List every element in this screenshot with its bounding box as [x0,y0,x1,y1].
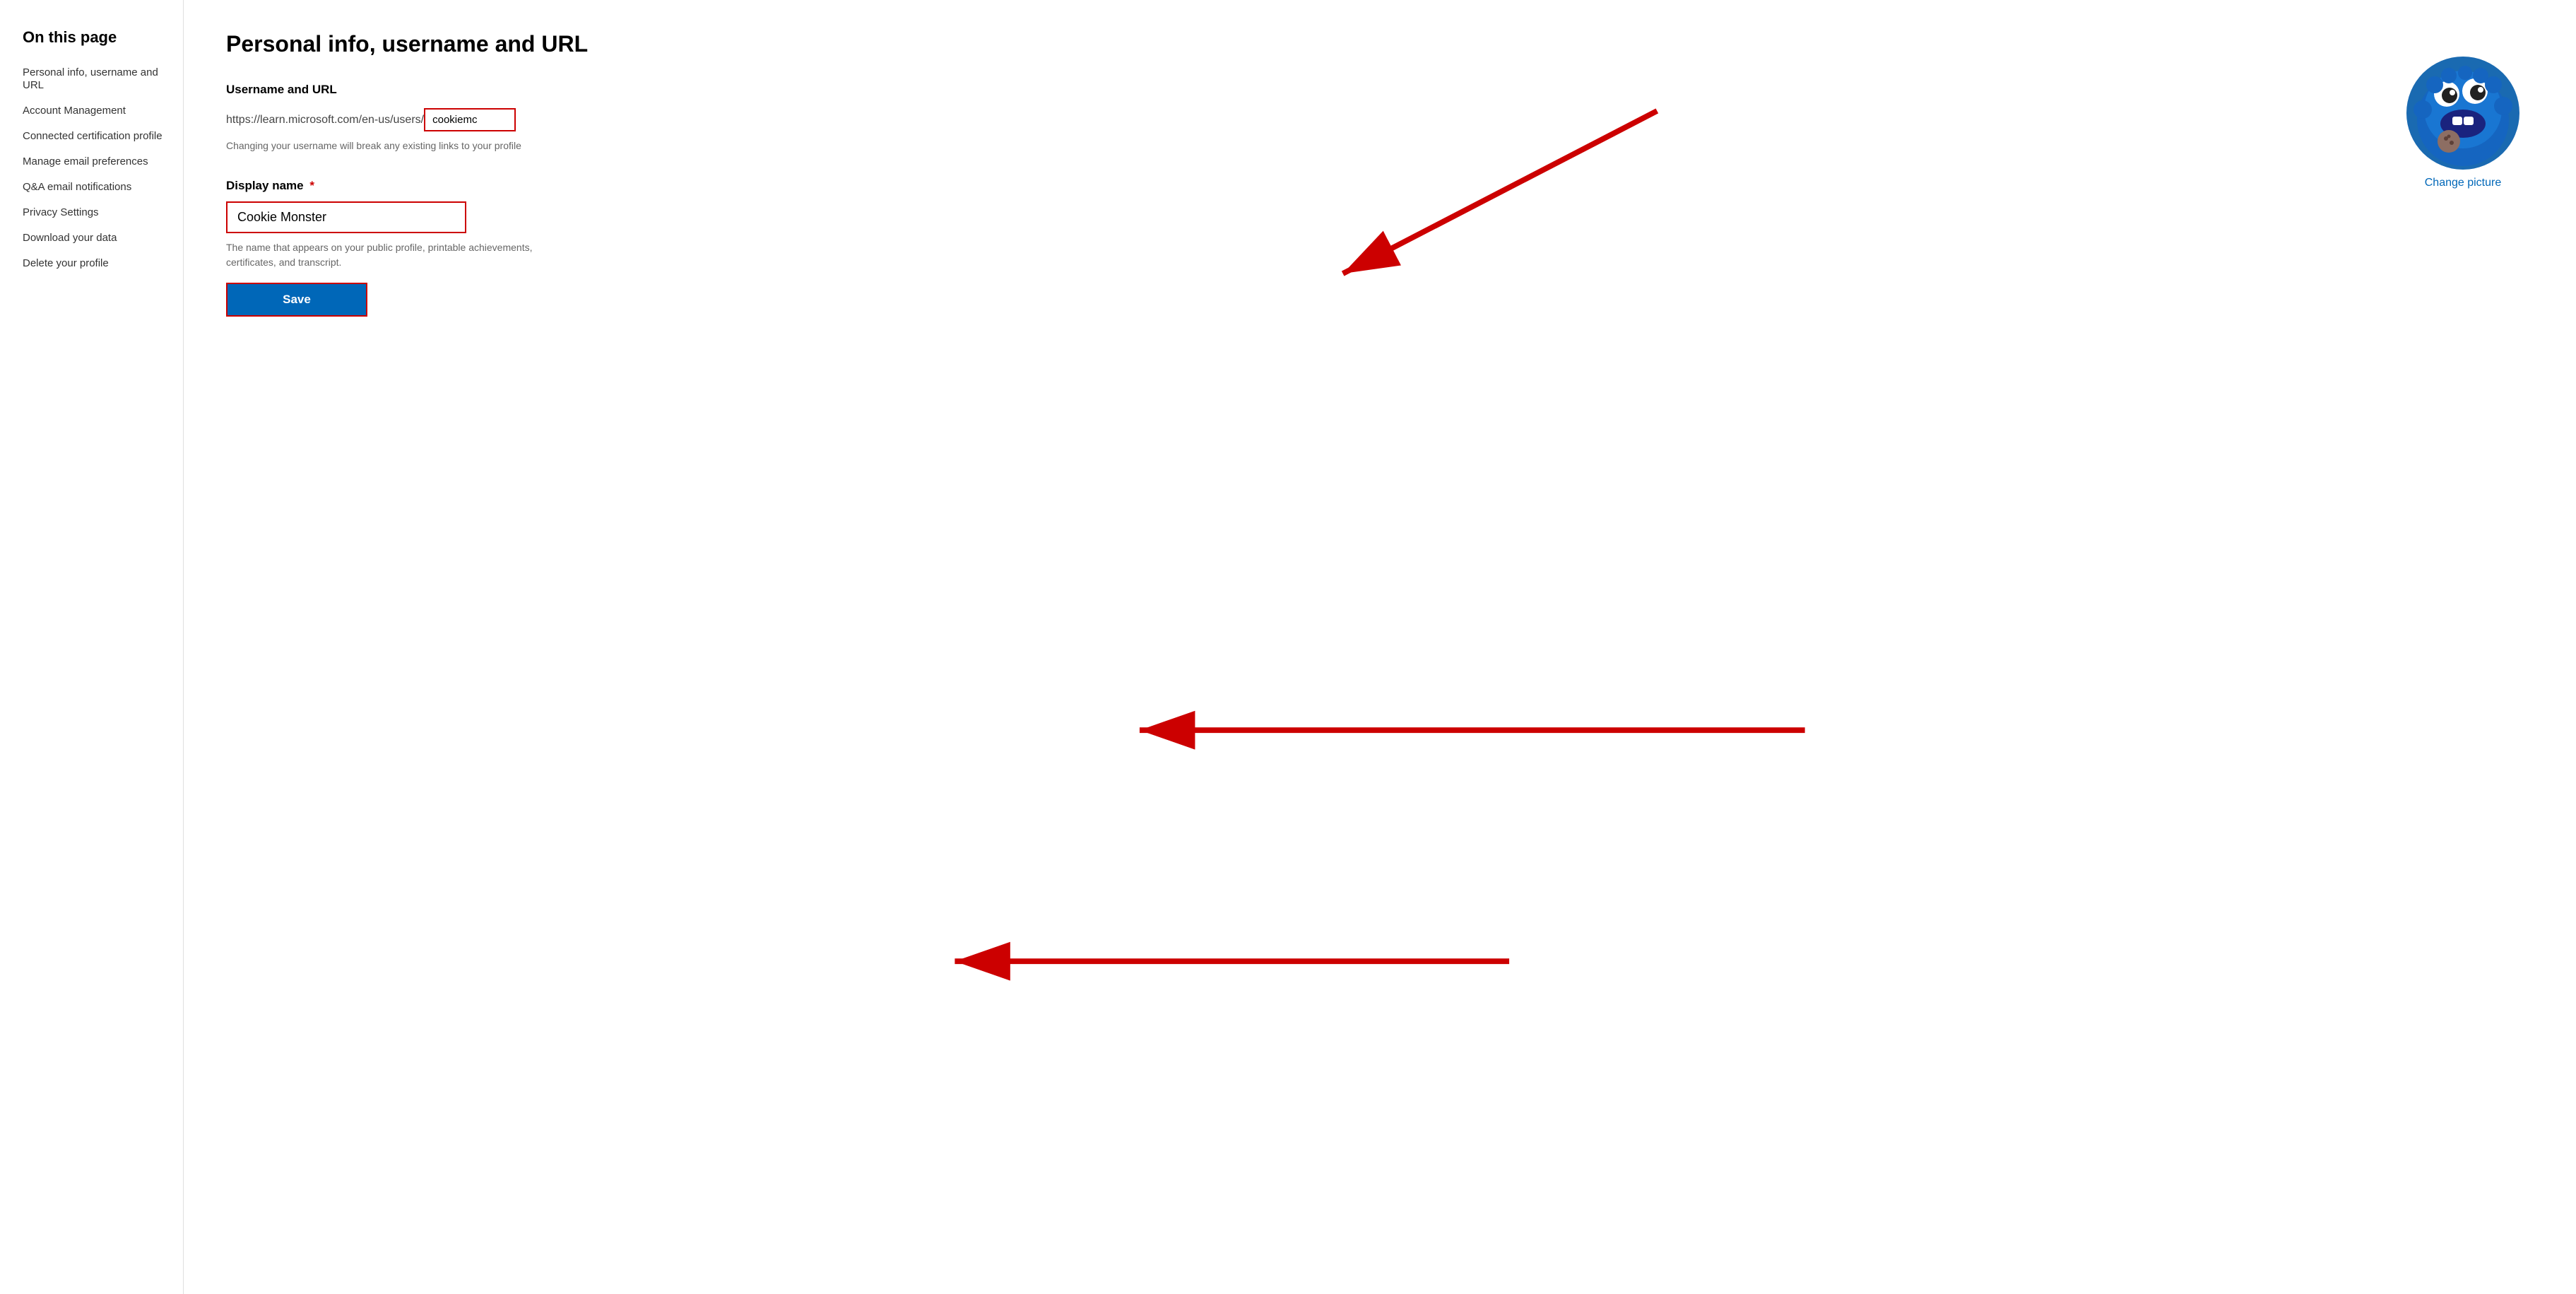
sidebar-nav: Personal info, username and URL Account … [23,66,166,270]
sidebar-item-download-data[interactable]: Download your data [23,232,166,245]
username-input[interactable] [424,108,516,131]
sidebar-link-connected-cert[interactable]: Connected certification profile [23,130,163,142]
sidebar-link-download-data[interactable]: Download your data [23,232,117,244]
sidebar-item-privacy-settings[interactable]: Privacy Settings [23,206,166,219]
sidebar-link-email-prefs[interactable]: Manage email preferences [23,155,148,167]
display-name-hint: The name that appears on your public pro… [226,240,565,270]
sidebar-item-account-management[interactable]: Account Management [23,105,166,117]
username-section: Username and URL https://learn.microsoft… [226,83,2534,153]
sidebar-item-delete-profile[interactable]: Delete your profile [23,257,166,270]
display-name-label: Display name * [226,179,2534,193]
display-name-input-wrap [226,201,466,233]
main-content: Personal info, username and URL Username… [184,0,2576,1294]
sidebar-title: On this page [23,28,166,47]
sidebar-link-account-management[interactable]: Account Management [23,105,126,117]
sidebar-item-qa-notifications[interactable]: Q&A email notifications [23,181,166,194]
sidebar-item-email-prefs[interactable]: Manage email preferences [23,155,166,168]
page-heading: Personal info, username and URL [226,31,2534,57]
sidebar-link-privacy-settings[interactable]: Privacy Settings [23,206,99,218]
sidebar-link-personal-info[interactable]: Personal info, username and URL [23,66,158,91]
display-name-input[interactable] [226,201,466,233]
change-picture-link[interactable]: Change picture [2425,177,2502,189]
sidebar-link-delete-profile[interactable]: Delete your profile [23,257,109,269]
username-section-label: Username and URL [226,83,2534,97]
avatar-circle [2406,57,2519,170]
sidebar-link-qa-notifications[interactable]: Q&A email notifications [23,181,131,193]
sidebar-item-personal-info[interactable]: Personal info, username and URL [23,66,166,92]
sidebar-item-connected-cert[interactable]: Connected certification profile [23,130,166,143]
url-prefix: https://learn.microsoft.com/en-us/users/ [226,114,424,127]
avatar-image [2410,60,2516,166]
username-hint: Changing your username will break any ex… [226,139,579,153]
save-button[interactable]: Save [226,283,367,317]
sidebar: On this page Personal info, username and… [0,0,184,1294]
url-row: https://learn.microsoft.com/en-us/users/ [226,108,2534,131]
display-name-section: Display name * The name that appears on … [226,179,2534,317]
avatar-area: Change picture [2406,57,2519,189]
